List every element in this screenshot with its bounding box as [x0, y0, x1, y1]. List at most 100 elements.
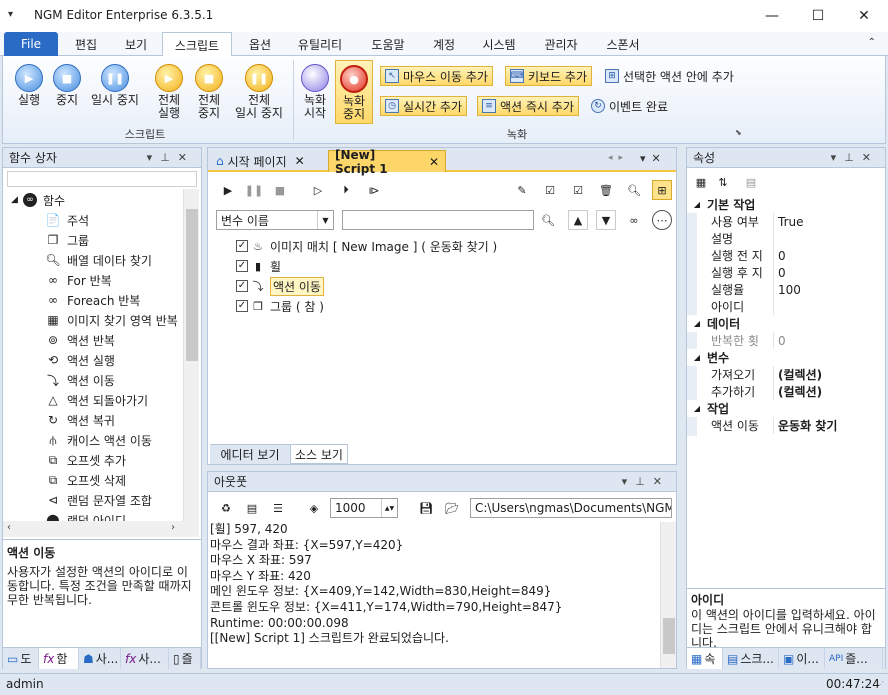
- tab-controls-icon[interactable]: ▾✕: [640, 152, 667, 165]
- tree-item-array-find[interactable]: 🔍︎ 배열 데이타 찾기: [45, 250, 152, 270]
- property-row[interactable]: 실행 전 지0: [687, 247, 885, 264]
- scrollbar-thumb[interactable]: [663, 618, 675, 654]
- tab-edit[interactable]: 편집: [64, 32, 108, 56]
- add-action-immediate-button[interactable]: ≡ 액션 즉시 추가: [477, 96, 579, 116]
- step-play-button[interactable]: ▷: [308, 180, 328, 200]
- spinner-icon[interactable]: ▲▼: [381, 499, 397, 517]
- tab-scripts[interactable]: ▤ 스크...: [723, 648, 779, 669]
- scroll-right-icon[interactable]: ›: [171, 522, 175, 533]
- panel-controls-icon[interactable]: ▾⊥✕: [831, 151, 879, 164]
- edit-icon[interactable]: ✎: [512, 180, 532, 200]
- tab-system[interactable]: 시스템: [472, 32, 526, 56]
- resize-grip-icon[interactable]: ⋰: [876, 680, 884, 689]
- step-over-button[interactable]: ⧐: [364, 180, 384, 200]
- step-into-button[interactable]: ⏵: [336, 180, 356, 200]
- loop-filter-icon[interactable]: ∞: [624, 210, 644, 230]
- tree-item-for-loop[interactable]: ∞ For 반복: [45, 270, 112, 290]
- tree-item-action-repeat[interactable]: ⊚ 액션 반복: [45, 330, 115, 350]
- property-row[interactable]: 가져오기 (컬렉션): [687, 366, 885, 383]
- add-mouse-move-button[interactable]: ↖ 마우스 이동 추가: [380, 66, 493, 86]
- tab-options[interactable]: 옵션: [238, 32, 282, 56]
- tab-utility[interactable]: 유틸리티: [288, 32, 352, 56]
- eraser-icon[interactable]: ◈: [304, 498, 324, 518]
- tab-functions[interactable]: fx 함: [39, 648, 79, 669]
- add-in-selected-action-button[interactable]: ⊞ 선택한 액션 안에 추가: [601, 66, 738, 86]
- scrollbar-thumb[interactable]: [186, 209, 198, 361]
- property-row[interactable]: 추가하기 (컬렉션): [687, 383, 885, 400]
- pause-all-button[interactable]: ❚❚ 전체 일시 중지: [229, 64, 289, 120]
- script-node-selected[interactable]: ✓ ⤵ 액션 이동: [236, 276, 324, 296]
- property-row[interactable]: 반복한 횟0: [687, 332, 885, 349]
- function-tree-scrollbar[interactable]: [183, 189, 199, 521]
- collapse-icon[interactable]: ◢: [687, 404, 707, 413]
- property-pages-icon[interactable]: ▤: [741, 172, 761, 192]
- tab-favorites[interactable]: ▯ 즐: [169, 648, 201, 669]
- pause-small-button[interactable]: ❚❚: [244, 180, 264, 200]
- tree-item-offset-delete[interactable]: ⧉ 오프셋 삭제: [45, 470, 126, 490]
- property-row[interactable]: 사용 여부 True: [687, 213, 885, 230]
- tree-root[interactable]: ◢ ∞ 함수: [11, 190, 65, 210]
- tab-editor-view[interactable]: 에디터 보기: [210, 444, 290, 464]
- panel-controls-icon[interactable]: ▾⊥✕: [147, 151, 195, 164]
- property-row[interactable]: 아이디: [687, 298, 885, 315]
- minimize-button[interactable]: —: [749, 0, 795, 32]
- tab-source-view[interactable]: 소스 보기: [290, 444, 348, 464]
- tab-user-fx[interactable]: fx 사...: [121, 648, 169, 669]
- tree-item-case-action-move[interactable]: ⫛ 캐이스 액션 이동: [45, 430, 152, 450]
- record-start-button[interactable]: 녹화 시작: [297, 64, 333, 120]
- property-category[interactable]: ◢ 데이터: [687, 315, 885, 332]
- tab-account[interactable]: 계정: [424, 32, 464, 56]
- tree-item-action-run[interactable]: ⟲ 액션 실행: [45, 350, 115, 370]
- prev-icon[interactable]: ▲: [568, 210, 588, 230]
- tree-item-foreach-loop[interactable]: ∞ Foreach 반복: [45, 290, 140, 310]
- property-category[interactable]: ◢ 변수: [687, 349, 885, 366]
- tab-toolbox[interactable]: ▭ 도: [3, 648, 39, 669]
- more-icon[interactable]: ⋯: [652, 210, 672, 230]
- check-icon[interactable]: ☑: [568, 180, 588, 200]
- tab-properties[interactable]: ▦ 속: [687, 648, 723, 669]
- tab-admin[interactable]: 관리자: [534, 32, 588, 56]
- script-node[interactable]: ✓ ♨ 이미지 매치 [ New Image ] ( 운동화 찾기 ): [236, 236, 497, 256]
- close-tab-icon[interactable]: ✕: [295, 154, 305, 168]
- tab-user-1[interactable]: ☗ 사...: [79, 648, 121, 669]
- tree-item-action-return[interactable]: ↻ 액션 복귀: [45, 410, 115, 430]
- stop-small-button[interactable]: ■: [270, 180, 290, 200]
- search-input[interactable]: [342, 210, 534, 230]
- record-stop-button[interactable]: ● 녹화 중지: [335, 60, 373, 124]
- open-folder-icon[interactable]: 📂︎: [442, 498, 462, 518]
- log-path-input[interactable]: C:\Users\ngmas\Documents\NGM6\: [470, 498, 672, 518]
- event-done-button[interactable]: ↻ 이벤트 완료: [587, 96, 672, 116]
- run-all-button[interactable]: ▶ 전체 실행: [147, 64, 191, 120]
- function-search-input[interactable]: [7, 171, 197, 187]
- property-row[interactable]: 설명: [687, 230, 885, 247]
- find-icon[interactable]: 🔍︎: [624, 180, 644, 200]
- tab-start-page[interactable]: ⌂ 시작 페이지 ✕: [210, 150, 328, 172]
- tree-item-action-back[interactable]: △ 액션 되돌아가기: [45, 390, 148, 410]
- collapse-icon[interactable]: ◢: [687, 200, 707, 209]
- variable-combo[interactable]: 변수 이름 ▼: [216, 210, 334, 230]
- property-category[interactable]: ◢ 기본 작업: [687, 196, 885, 213]
- stop-all-button[interactable]: ■ 전체 중지: [187, 64, 231, 120]
- collapse-icon[interactable]: ◢: [687, 319, 707, 328]
- node-checkbox[interactable]: ✓: [236, 280, 248, 292]
- tab-view[interactable]: 보기: [114, 32, 158, 56]
- system-menu-icon[interactable]: ▾: [8, 9, 13, 20]
- search-icon[interactable]: 🔍︎: [538, 210, 558, 230]
- property-row[interactable]: 실행율 100: [687, 281, 885, 298]
- script-node[interactable]: ✓ ❐ 그룹 ( 참 ): [236, 296, 324, 316]
- scroll-left-icon[interactable]: ‹: [7, 522, 11, 533]
- add-realtime-button[interactable]: ◷ 실시간 추가: [380, 96, 468, 116]
- play-button[interactable]: ▶: [218, 180, 238, 200]
- tree-view-icon[interactable]: ⊞: [652, 180, 672, 200]
- tab-file[interactable]: File: [4, 32, 58, 56]
- tree-item-group[interactable]: ❐ 그룹: [45, 230, 89, 250]
- ribbon-collapse-icon[interactable]: ⌃: [868, 37, 876, 48]
- list-icon[interactable]: ☰: [268, 498, 288, 518]
- node-checkbox[interactable]: ✓: [236, 300, 248, 312]
- function-tree-hscrollbar[interactable]: ‹ ›: [3, 521, 199, 537]
- tree-item-random-id[interactable]: ⬤ 랜덤 아이디: [45, 510, 126, 521]
- clear-log-icon[interactable]: ♻: [216, 498, 236, 518]
- stop-button[interactable]: ■ 중지: [45, 64, 89, 107]
- panel-controls-icon[interactable]: ▾⊥✕: [622, 475, 670, 488]
- tab-sponsor[interactable]: 스폰서: [596, 32, 650, 56]
